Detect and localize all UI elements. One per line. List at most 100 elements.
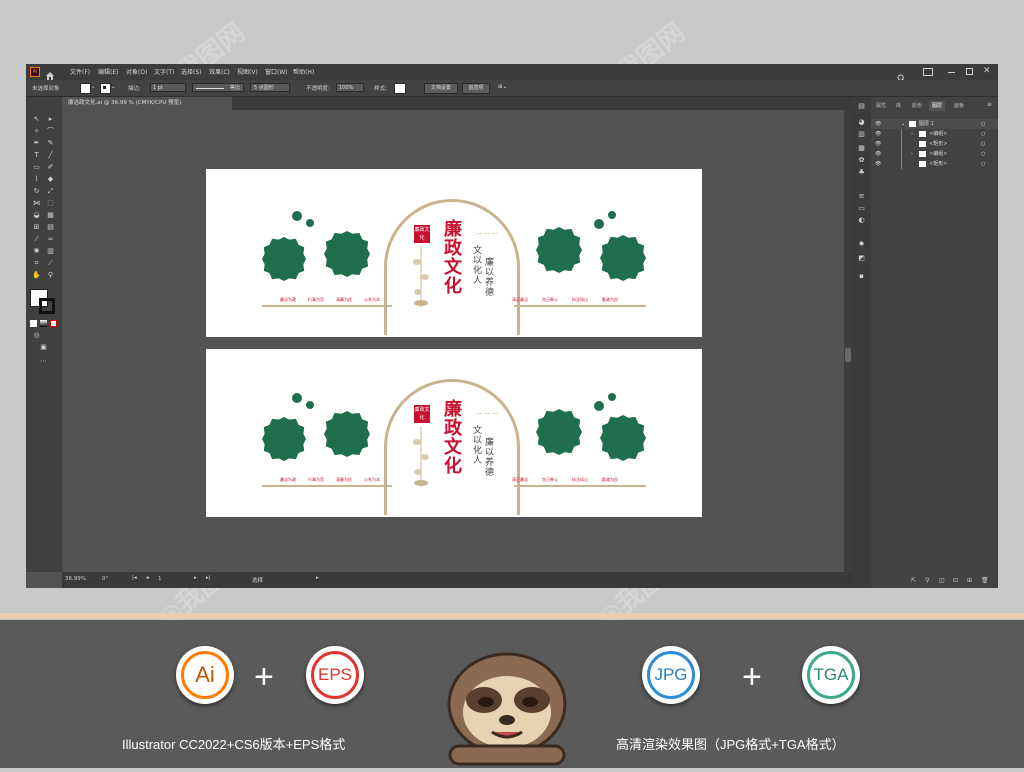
scrollbar-thumb[interactable] — [845, 348, 851, 362]
opacity-input[interactable]: 100% — [336, 83, 364, 92]
arrange-icon[interactable]: ⊞⌄ — [498, 84, 507, 90]
menu-help[interactable]: 帮助(H) — [293, 67, 314, 76]
artboard-2[interactable]: 廉政文化 廉政文化 廉以养德 文以化人 ︶ ︶ ︶ 廉洁为政 行事为官 清廉为民… — [206, 349, 702, 517]
artboard-number[interactable]: 1 — [158, 576, 162, 582]
layer-row[interactable]: 👁 › <编组> ○ — [871, 149, 998, 159]
new-layer-icon[interactable]: ⊞ — [967, 577, 972, 584]
layer-row[interactable]: 👁 ⌄ 图层 1 ○ — [871, 119, 998, 129]
layer-name[interactable]: <编组> — [929, 129, 947, 139]
menu-edit[interactable]: 编辑(E) — [98, 67, 118, 76]
pen-tool-icon[interactable]: ✒ — [32, 139, 41, 148]
layer-name[interactable]: <矩形> — [929, 159, 947, 169]
target-icon[interactable]: ○ — [981, 139, 985, 149]
artboard-1[interactable]: 廉政文化 廉政文化 廉以养德 文以化人 ︶ ︶ ︶ 廉洁为政 行事为官 清廉为民… — [206, 169, 702, 337]
layer-row[interactable]: 👁 <矩形> ○ — [871, 139, 998, 149]
screen-mode-icon[interactable]: ▣ — [39, 343, 48, 352]
slice-tool-icon[interactable]: ⟋ — [46, 259, 55, 268]
properties-panel-icon[interactable]: ▤ — [857, 103, 866, 110]
artboard-nav-last-icon[interactable]: ▸| — [206, 575, 211, 581]
chevron-down-icon[interactable]: ⌄ — [91, 84, 96, 90]
chevron-down-icon[interactable]: ⌄ — [901, 119, 905, 129]
none-mode-icon[interactable] — [50, 320, 57, 327]
document-tab[interactable]: 廉洁政文化.ai @ 36.99 % (CMYK/CPU 预览) — [62, 97, 232, 110]
menu-file[interactable]: 文件(F) — [70, 67, 90, 76]
drawing-mode-icon[interactable]: ◎ — [32, 331, 41, 340]
panel-menu-icon[interactable]: ≡ — [987, 101, 992, 108]
eye-icon[interactable]: 👁 — [875, 129, 881, 139]
stroke-swatch[interactable] — [100, 83, 111, 94]
eye-icon[interactable]: 👁 — [875, 159, 881, 169]
zoom-tool-icon[interactable]: ⚲ — [46, 271, 55, 280]
type-tool-icon[interactable]: T — [32, 151, 41, 160]
new-sublayer-icon[interactable]: ⊡ — [953, 577, 958, 584]
direct-selection-tool-icon[interactable]: ▸ — [46, 115, 55, 124]
close-icon[interactable]: ✕ — [983, 66, 991, 76]
menu-window[interactable]: 窗口(W) — [265, 67, 288, 76]
status-arrow-icon[interactable]: ▸ — [316, 575, 319, 581]
shaper-tool-icon[interactable]: ⌇ — [32, 175, 41, 184]
gradient-tool-icon[interactable]: ▤ — [46, 223, 55, 232]
rectangle-tool-icon[interactable]: ▭ — [32, 163, 41, 172]
export-icon[interactable]: ⇱ — [911, 577, 916, 584]
target-icon[interactable]: ○ — [981, 159, 985, 169]
comments-panel-icon[interactable]: ▪ — [857, 273, 866, 280]
mesh-tool-icon[interactable]: ⊞ — [32, 223, 41, 232]
chevron-right-icon[interactable]: › — [911, 149, 913, 159]
column-graph-tool-icon[interactable]: ▥ — [46, 247, 55, 256]
fill-swatch[interactable] — [80, 83, 91, 94]
tab-artboards[interactable]: 画板 — [951, 101, 967, 111]
menu-effect[interactable]: 效果(C) — [209, 67, 230, 76]
layer-name[interactable]: 图层 1 — [919, 119, 934, 129]
minimize-icon[interactable] — [948, 72, 955, 73]
target-icon[interactable]: ○ — [981, 119, 985, 129]
eye-icon[interactable]: 👁 — [875, 149, 881, 159]
perspective-grid-tool-icon[interactable]: ▦ — [46, 211, 55, 220]
trash-icon[interactable]: 🗑 — [981, 577, 989, 584]
artboard-nav-next-icon[interactable]: ▸ — [194, 575, 197, 581]
shape-builder-tool-icon[interactable]: ◒ — [32, 211, 41, 220]
color-panel-icon[interactable]: ◕ — [857, 119, 866, 126]
symbol-sprayer-tool-icon[interactable]: ✺ — [32, 247, 41, 256]
maximize-icon[interactable] — [966, 68, 973, 75]
gradient-mode-icon[interactable] — [40, 320, 47, 327]
more-tools-icon[interactable]: ⋯ — [39, 357, 48, 366]
hand-tool-icon[interactable]: ✋ — [32, 271, 41, 280]
appearance-panel-icon[interactable]: ✹ — [857, 241, 866, 248]
eyedropper-tool-icon[interactable]: ⁄ — [32, 235, 41, 244]
blend-tool-icon[interactable]: ∞ — [46, 235, 55, 244]
stroke-weight-input[interactable]: 1 pt — [150, 83, 186, 92]
tab-layers[interactable]: 图层 — [929, 101, 946, 111]
eraser-tool-icon[interactable]: ◆ — [46, 175, 55, 184]
rotate-tool-icon[interactable]: ↻ — [32, 187, 41, 196]
menu-view[interactable]: 视图(V) — [237, 67, 258, 76]
artboard-nav-prev-icon[interactable]: ◂ — [146, 575, 149, 581]
eye-icon[interactable]: 👁 — [875, 139, 881, 149]
stroke-profile-select[interactable]: 等比 — [192, 83, 244, 92]
menu-select[interactable]: 选择(S) — [181, 67, 202, 76]
curvature-tool-icon[interactable]: ✎ — [46, 139, 55, 148]
style-swatch[interactable] — [394, 83, 406, 94]
paintbrush-tool-icon[interactable]: ✐ — [46, 163, 55, 172]
zoom-level[interactable]: 36.99% — [65, 576, 86, 582]
document-setup-button[interactable]: 文档设置 — [424, 83, 458, 94]
brushes-panel-icon[interactable]: ✿ — [857, 157, 866, 164]
target-icon[interactable]: ○ — [981, 149, 985, 159]
layer-name[interactable]: <编组> — [929, 149, 947, 159]
eye-icon[interactable]: 👁 — [875, 119, 881, 129]
selection-tool-icon[interactable]: ↖ — [32, 115, 41, 124]
graphic-styles-icon[interactable]: ◩ — [857, 255, 866, 262]
vertical-scrollbar[interactable] — [844, 110, 852, 572]
symbols-panel-icon[interactable]: ♣ — [857, 169, 866, 176]
color-mode-icon[interactable] — [30, 320, 37, 327]
gradient-panel-icon[interactable]: ▭ — [857, 205, 866, 212]
line-tool-icon[interactable]: ╱ — [46, 151, 55, 160]
arrange-documents-icon[interactable] — [923, 68, 933, 76]
brush-select[interactable]: 5 点圆形 — [250, 83, 290, 92]
home-icon[interactable] — [45, 66, 55, 80]
clipping-mask-icon[interactable]: ◫ — [939, 577, 945, 584]
width-tool-icon[interactable]: ⋈ — [32, 199, 41, 208]
search-icon[interactable] — [897, 68, 906, 83]
layer-name[interactable]: <矩形> — [929, 139, 947, 149]
artboard-tool-icon[interactable]: ⌗ — [32, 259, 41, 268]
tab-color[interactable]: 颜色 — [909, 101, 925, 111]
